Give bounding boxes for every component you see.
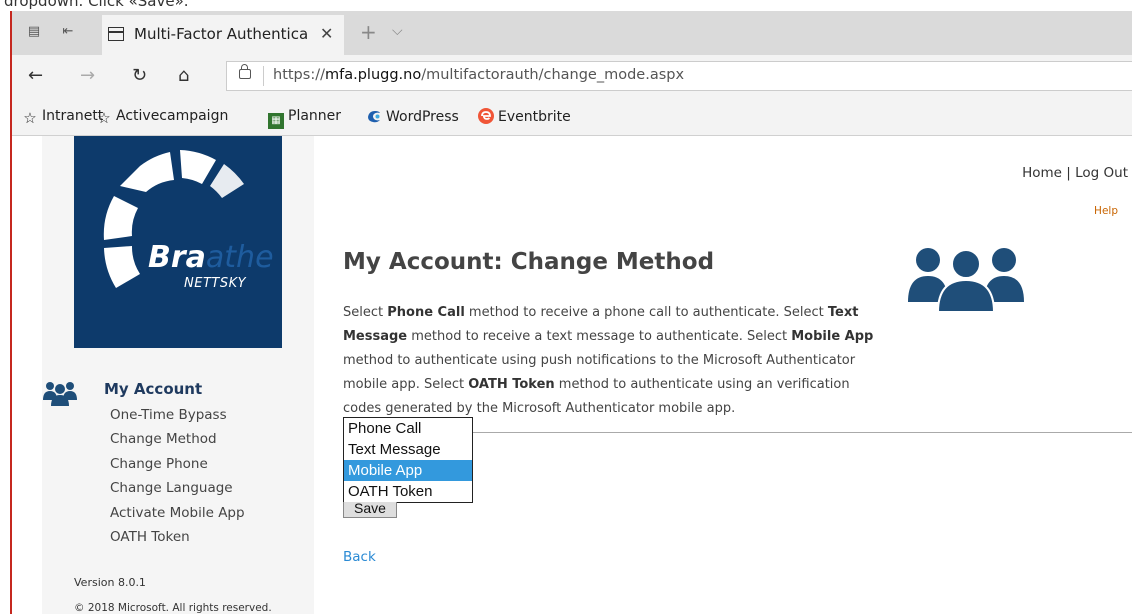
favorites-bar: ☆ Intranett ☆ Activecampaign ▦ Planner Word… [12, 97, 1132, 136]
eventbrite-icon [478, 108, 494, 124]
bookmark-planner[interactable]: ▦ Planner [268, 108, 341, 129]
bookmark-intranett[interactable]: ☆ Intranett [22, 108, 103, 126]
sidebar: Braathe NETTSKY My Account One-Time Bypa… [42, 136, 314, 614]
tab-bar: ▤ ⇤ Multi-Factor Authentica ✕ + ⌵ [12, 11, 1132, 55]
bookmark-eventbrite[interactable]: Eventbrite [478, 108, 571, 125]
desc-bold: Phone Call [387, 305, 465, 320]
method-dropdown-list[interactable]: Phone Call Text Message Mobile App OATH … [343, 417, 473, 503]
back-arrow-icon[interactable]: ← [28, 66, 43, 86]
set-aside-tabs-icon[interactable]: ⇤ [60, 25, 76, 39]
back-link[interactable]: Back [343, 549, 376, 565]
wordpress-icon [366, 108, 382, 124]
bookmark-label: Intranett [42, 108, 104, 124]
option-oath-token[interactable]: OATH Token [344, 481, 472, 502]
logo-wordmark: Braathe [148, 240, 274, 275]
people-icon [908, 248, 1024, 312]
refresh-icon[interactable]: ↻ [132, 66, 147, 86]
logo-athe: athe [205, 240, 274, 275]
new-tab-icon[interactable]: + [360, 20, 377, 44]
logo-bra: Bra [148, 240, 206, 275]
bookmark-label: WordPress [386, 109, 459, 125]
url-separator [263, 66, 264, 86]
page-content: Braathe NETTSKY My Account One-Time Bypa… [12, 136, 1132, 614]
page-title: My Account: Change Method [343, 249, 715, 275]
browser-window: ▤ ⇤ Multi-Factor Authentica ✕ + ⌵ ← → ↻ … [10, 11, 1132, 614]
address-bar: ← → ↻ ⌂ https://mfa.plugg.no/multifactor… [12, 55, 1132, 98]
close-tab-icon[interactable]: ✕ [320, 24, 333, 43]
url-text: https://mfa.plugg.no/multifactorauth/cha… [273, 67, 684, 83]
option-mobile-app[interactable]: Mobile App [344, 460, 472, 481]
bookmark-label: Eventbrite [498, 109, 571, 125]
header-links: Home | Log Out [1022, 165, 1128, 181]
chevron-down-icon[interactable]: ⌵ [392, 23, 403, 39]
account-menu: One-Time Bypass Change Method Change Pho… [110, 403, 245, 549]
menu-change-language[interactable]: Change Language [110, 476, 245, 500]
url-field[interactable]: https://mfa.plugg.no/multifactorauth/cha… [226, 61, 1132, 91]
users-icon [43, 382, 77, 406]
bookmark-label: Activecampaign [116, 108, 229, 124]
desc-bold: Mobile App [791, 329, 874, 344]
menu-change-method[interactable]: Change Method [110, 427, 245, 451]
version-text: Version 8.0.1 [74, 576, 146, 589]
desc-text: method to receive a phone call to authen… [464, 305, 828, 320]
tab-title: Multi-Factor Authentica [134, 25, 309, 43]
page-icon [108, 27, 124, 41]
copyright-text: © 2018 Microsoft. All rights reserved. [74, 602, 272, 614]
option-text-message[interactable]: Text Message [344, 439, 472, 460]
logout-link[interactable]: Log Out [1075, 165, 1128, 181]
menu-activate-mobile-app[interactable]: Activate Mobile App [110, 501, 245, 525]
tab-preview-icon[interactable]: ▤ [26, 25, 42, 39]
desc-bold: OATH Token [468, 377, 555, 392]
instruction-caption: dropdown. Click «Save». [4, 0, 189, 10]
my-account-title: My Account [104, 380, 203, 398]
save-button[interactable]: Save [343, 502, 397, 518]
link-separator: | [1061, 165, 1076, 181]
url-prefix: https:// [273, 67, 325, 83]
desc-text: method to receive a text message to auth… [407, 329, 792, 344]
bookmark-activecampaign[interactable]: ☆ Activecampaign [96, 108, 228, 126]
method-description: Select Phone Call method to receive a ph… [343, 301, 879, 421]
tab-active[interactable]: Multi-Factor Authentica ✕ [102, 15, 344, 55]
star-icon: ☆ [23, 109, 37, 127]
desc-text: Select [343, 305, 388, 320]
star-icon: ☆ [97, 109, 111, 127]
forward-arrow-icon[interactable]: → [80, 66, 95, 86]
url-path: /multifactorauth/change_mode.aspx [421, 67, 685, 83]
bookmark-label: Planner [288, 108, 342, 124]
menu-change-phone[interactable]: Change Phone [110, 452, 245, 476]
lock-icon [239, 64, 251, 79]
braathe-logo: Braathe NETTSKY [74, 136, 282, 348]
logo-nettsky: NETTSKY [184, 276, 247, 291]
home-link[interactable]: Home [1022, 165, 1062, 181]
menu-one-time-bypass[interactable]: One-Time Bypass [110, 403, 245, 427]
planner-icon: ▦ [268, 113, 284, 129]
option-phone-call[interactable]: Phone Call [344, 418, 472, 439]
help-link[interactable]: Help [1094, 205, 1118, 217]
home-icon[interactable]: ⌂ [178, 66, 189, 86]
bookmark-wordpress[interactable]: WordPress [366, 108, 459, 125]
menu-oath-token[interactable]: OATH Token [110, 525, 245, 549]
url-domain: mfa.plugg.no [324, 67, 422, 83]
